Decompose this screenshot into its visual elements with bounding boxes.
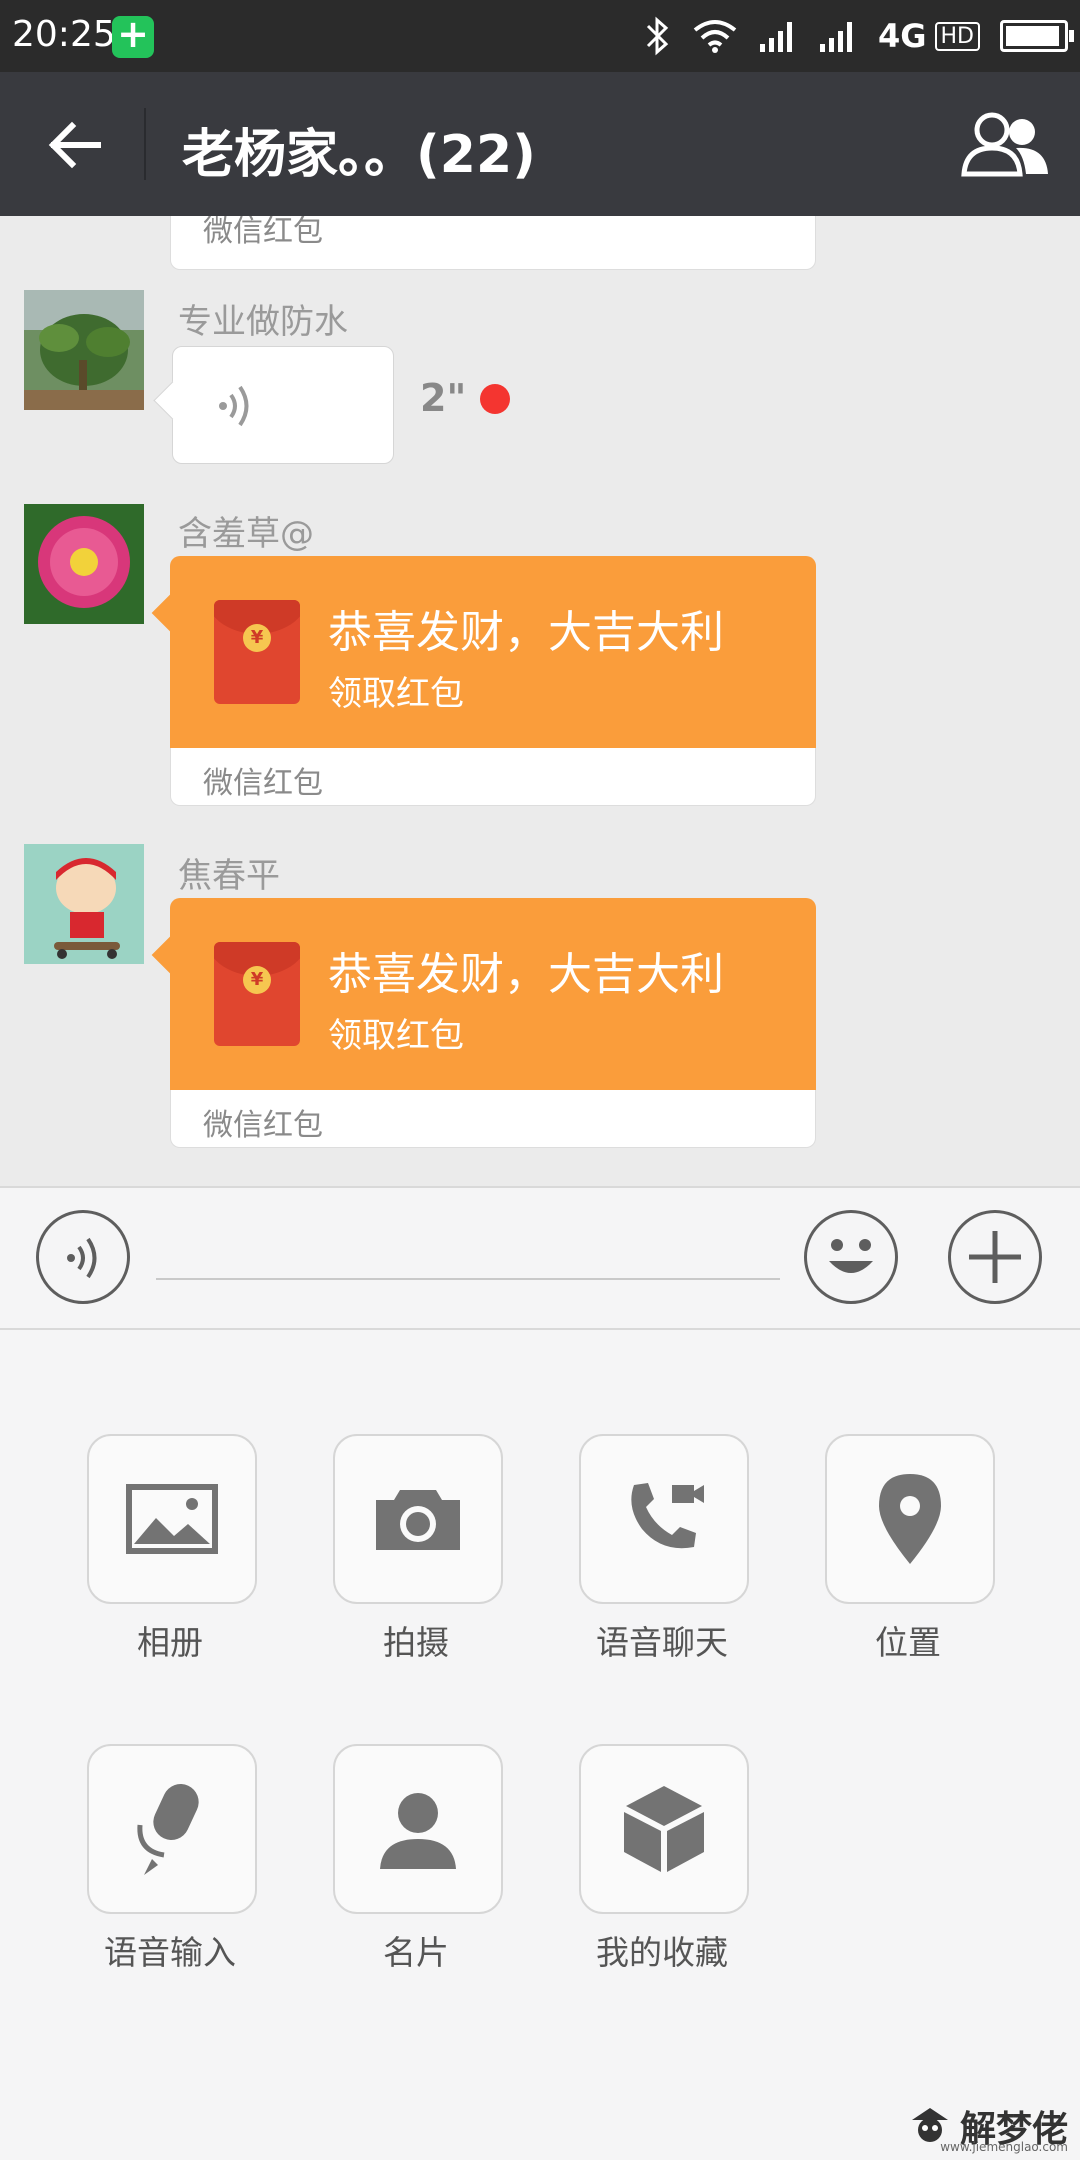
redpacket-card[interactable]: ¥ 恭喜发财，大吉大利 领取红包 微信红包 xyxy=(170,556,816,806)
sender-name: 焦春平 xyxy=(178,856,280,896)
status-bar: 20:25 4G HD xyxy=(0,0,1080,72)
wifi-icon xyxy=(693,20,737,53)
redpacket-label: 微信红包 xyxy=(203,216,323,249)
tool-label: 名片 xyxy=(383,1933,449,1972)
redpacket-card-partial[interactable]: 微信红包 xyxy=(170,216,816,270)
redpacket-greeting: 恭喜发财，大吉大利 xyxy=(328,607,724,658)
camera-icon xyxy=(376,1490,460,1550)
redpacket-greeting: 恭喜发财，大吉大利 xyxy=(328,949,724,1000)
voice-icon xyxy=(67,1237,97,1279)
avatar[interactable] xyxy=(24,504,144,624)
chat-messages[interactable]: 微信红包 专业做防水 2" 含羞草@ ¥ 恭喜发财，大吉大利 领取红包 微信红包… xyxy=(0,216,1080,1186)
back-button[interactable] xyxy=(40,110,110,180)
sender-name: 专业做防水 xyxy=(178,302,348,342)
group-members-button[interactable] xyxy=(960,108,1052,180)
notification-app-icon xyxy=(112,12,154,58)
signal-icon-1 xyxy=(759,22,792,52)
tool-contact-card[interactable]: 名片 xyxy=(333,1744,503,1974)
network-type: 4G xyxy=(877,17,927,55)
message-input[interactable] xyxy=(156,1278,780,1280)
tool-voice-call[interactable]: 语音聊天 xyxy=(579,1434,749,1664)
bluetooth-icon xyxy=(646,16,669,56)
avatar-cartoon-image xyxy=(24,844,144,964)
tool-voice-input[interactable]: 语音输入 xyxy=(87,1744,257,1974)
avatar[interactable] xyxy=(24,844,144,964)
redpacket-label: 微信红包 xyxy=(203,1108,323,1143)
battery-icon xyxy=(1000,20,1074,52)
tool-location[interactable]: 位置 xyxy=(825,1434,995,1664)
tool-album[interactable]: 相册 xyxy=(87,1434,257,1664)
input-bar xyxy=(0,1186,1080,1330)
voice-mode-button[interactable] xyxy=(36,1210,130,1304)
voice-duration: 2" xyxy=(420,376,467,420)
avatar[interactable] xyxy=(24,290,144,410)
unread-dot xyxy=(480,384,510,414)
tool-camera[interactable]: 拍摄 xyxy=(333,1434,503,1664)
more-button[interactable] xyxy=(948,1210,1042,1304)
voice-call-icon xyxy=(631,1483,704,1549)
red-envelope-icon: ¥ xyxy=(214,942,300,1046)
emoji-button[interactable] xyxy=(804,1210,898,1304)
plus-icon xyxy=(969,1231,1021,1283)
red-envelope-icon: ¥ xyxy=(214,600,300,704)
sender-name: 含羞草@ xyxy=(178,514,314,554)
group-members-icon xyxy=(961,112,1048,177)
watermark: 解梦佬 www.jiemenglao.com xyxy=(908,2100,1068,2154)
title-divider xyxy=(144,108,146,180)
redpacket-action: 领取红包 xyxy=(328,1016,464,1056)
redpacket-label: 微信红包 xyxy=(203,766,323,801)
avatar-flower-image xyxy=(24,504,144,624)
tool-label: 拍摄 xyxy=(383,1623,449,1662)
tool-label: 位置 xyxy=(875,1623,941,1662)
signal-icon-2 xyxy=(819,22,852,52)
chat-title: 老杨家。。(22) xyxy=(182,125,536,185)
tool-label: 语音聊天 xyxy=(596,1623,728,1662)
status-time: 20:25 xyxy=(12,14,116,55)
hd-badge: HD xyxy=(934,21,980,51)
tool-label: 我的收藏 xyxy=(596,1933,728,1972)
microphone-icon xyxy=(137,1784,199,1875)
back-arrow-icon xyxy=(48,121,101,169)
tool-label: 语音输入 xyxy=(104,1933,236,1972)
tool-label: 相册 xyxy=(137,1623,203,1662)
tool-favorites[interactable]: 我的收藏 xyxy=(579,1744,749,1974)
favorites-icon xyxy=(624,1786,704,1872)
voice-wave-icon xyxy=(219,385,249,427)
watermark-url: www.jiemenglao.com xyxy=(940,2140,1068,2154)
redpacket-card[interactable]: ¥ 恭喜发财，大吉大利 领取红包 微信红包 xyxy=(170,898,816,1148)
chat-header: 老杨家。。(22) xyxy=(0,72,1080,216)
contact-card-icon xyxy=(380,1793,456,1869)
album-icon xyxy=(126,1484,218,1554)
redpacket-action: 领取红包 xyxy=(328,674,464,714)
voice-message-bubble[interactable] xyxy=(172,346,394,464)
more-tools-panel: 相册 拍摄 语音聊天 位置 语音输入 名片 我的收藏 解梦佬 www.jieme… xyxy=(0,1330,1080,2160)
location-icon xyxy=(879,1474,941,1564)
emoji-icon xyxy=(829,1239,873,1273)
avatar-plant-image xyxy=(24,290,144,410)
